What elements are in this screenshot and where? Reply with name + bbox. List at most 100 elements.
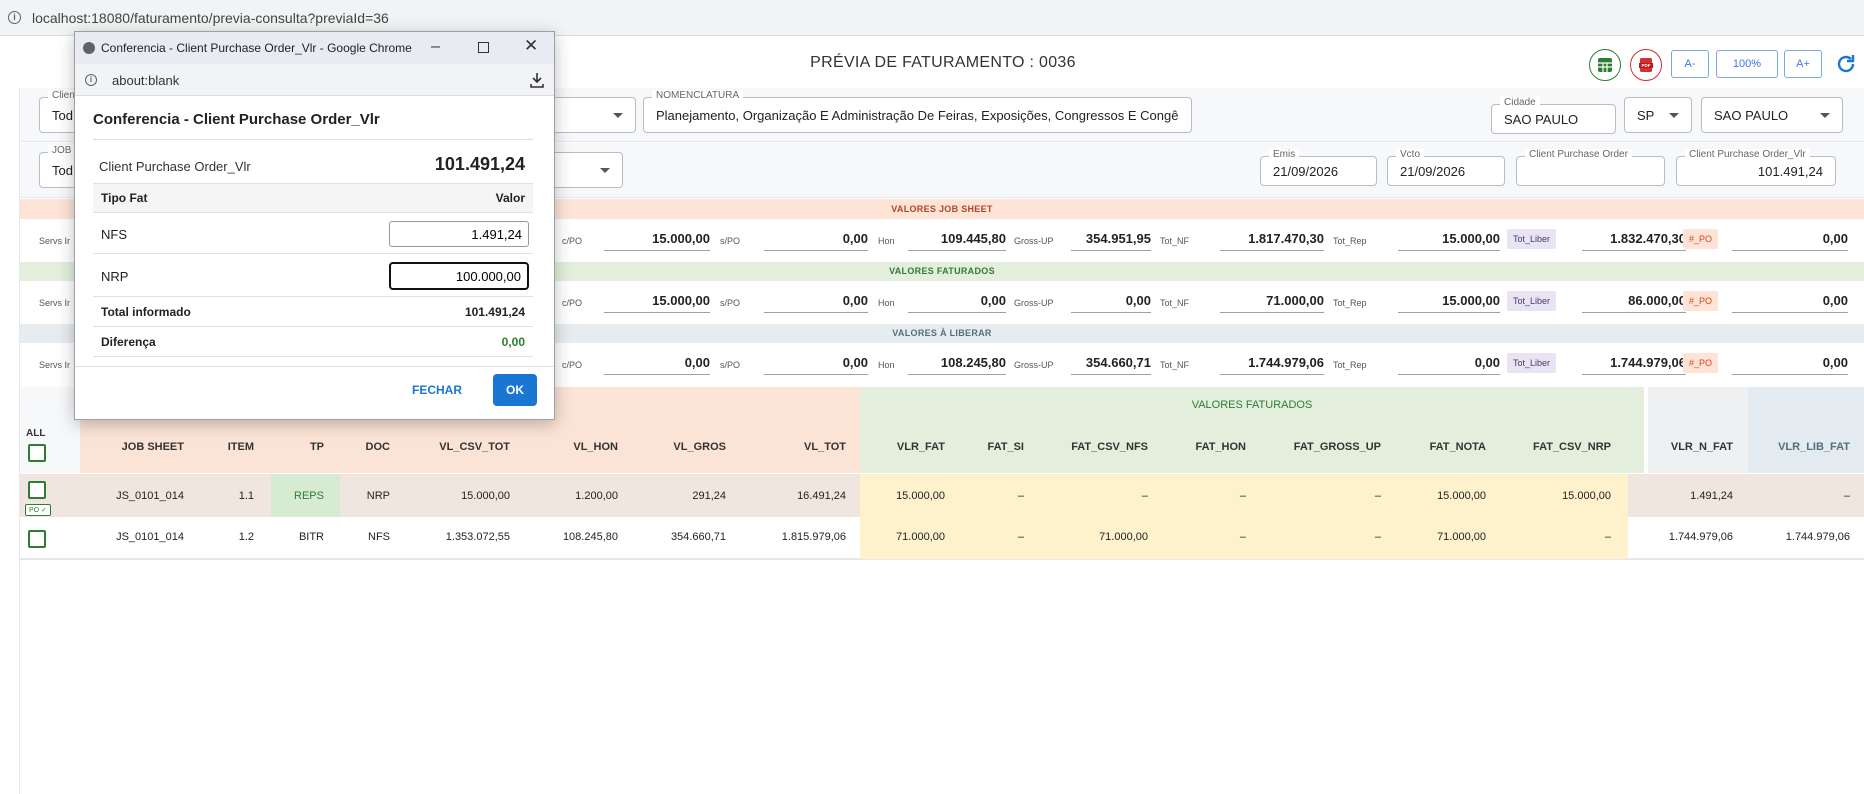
cidade-field[interactable]: Cidade SAO PAULO (1491, 97, 1616, 134)
uf-select[interactable]: SP (1624, 97, 1692, 133)
spo-value: 0,00 (764, 293, 868, 313)
vcto-date-field[interactable]: Vcto 21/09/2026 (1387, 149, 1505, 186)
nomenclatura-value: Planejamento, Organização E Administraçã… (656, 107, 1179, 123)
download-icon[interactable] (528, 71, 546, 89)
popup-window-title: Conferencia - Client Purchase Order_Vlr … (101, 41, 412, 55)
diff-label: Diferença (101, 335, 156, 349)
cell-vl-gros: 291,24 (692, 490, 726, 502)
cell-fat-si: – (1017, 531, 1024, 543)
popup-address-bar[interactable]: i about:blank (75, 64, 554, 96)
tot-liber-value: 86.000,00 (1582, 293, 1686, 313)
chevron-down-icon (1820, 113, 1830, 118)
col-fat-si[interactable]: FAT_SI (894, 441, 1024, 453)
site-info-icon[interactable]: i (8, 11, 21, 24)
client-po-vlr-value: 101.491,24 (1757, 163, 1823, 179)
col-doc[interactable]: DOC (260, 441, 390, 453)
hon-value: 108.245,80 (908, 355, 1006, 375)
cpo-value: 15.000,00 (604, 293, 710, 313)
font-increase-button[interactable]: A+ (1784, 50, 1822, 78)
cell-vlr-lib-fat: 1.744.979,06 (1785, 531, 1850, 543)
fechar-button[interactable]: FECHAR (405, 374, 469, 406)
col-fat-csv-nrp[interactable]: FAT_CSV_NRP (1481, 441, 1611, 453)
tot-rep-label: Tot_Rep (1333, 360, 1367, 370)
chevron-down-icon (1669, 113, 1679, 118)
close-icon[interactable]: ✕ (524, 36, 538, 56)
col-vl-gros[interactable]: VL_GROS (596, 441, 726, 453)
browser-url[interactable]: localhost:18080/faturamento/previa-consu… (32, 10, 389, 26)
row-checkbox[interactable] (28, 530, 46, 548)
hon-value: 0,00 (908, 293, 1006, 313)
chevron-down-icon (600, 168, 610, 173)
po-badge: PO ✓ (25, 504, 51, 516)
table-lib-head (1748, 387, 1864, 473)
npo-label: #_PO (1683, 291, 1719, 311)
spo-label: s/PO (720, 298, 741, 308)
emis-value: 21/09/2026 (1273, 163, 1339, 179)
popup-titlebar: Conferencia - Client Purchase Order_Vlr … (75, 32, 554, 64)
export-pdf-button[interactable]: PDF (1630, 49, 1662, 81)
cidade-label: Cidade (1500, 97, 1540, 109)
col-vlr-lib-fat[interactable]: VLR_LIB_FAT (1720, 441, 1850, 453)
cpo-value: 15.000,00 (604, 231, 710, 251)
refresh-button[interactable] (1834, 52, 1858, 76)
maximize-icon[interactable] (478, 42, 489, 53)
zoom-level-button[interactable]: 100% (1716, 50, 1778, 78)
diff-value: 0,00 (501, 335, 525, 349)
municipio-select[interactable]: SAO PAULO (1701, 97, 1843, 133)
emis-date-field[interactable]: Emis 21/09/2026 (1260, 149, 1377, 186)
hon-value: 109.445,80 (908, 231, 1006, 251)
uf-value: SP (1637, 107, 1655, 123)
nomenclatura-field[interactable]: NOMENCLATURA Planejamento, Organização E… (643, 90, 1192, 133)
col-fat-hon[interactable]: FAT_HON (1116, 441, 1246, 453)
faturados-group-label: VALORES FATURADOS (1191, 399, 1313, 411)
ok-button[interactable]: OK (493, 374, 537, 406)
chrome-icon (83, 42, 95, 54)
total-label: Total informado (101, 305, 191, 319)
site-info-icon[interactable]: i (85, 74, 97, 86)
export-excel-button[interactable] (1589, 49, 1621, 81)
npo-value: 0,00 (1732, 293, 1848, 313)
cpo-label: c/PO (562, 298, 583, 308)
tot-liber-value: 1.744.979,06 (1582, 355, 1686, 375)
emis-label: Emis (1269, 149, 1300, 161)
row-checkbox[interactable] (28, 481, 46, 499)
tot-rep-label: Tot_Rep (1333, 236, 1367, 246)
tot-nf-label: Tot_NF (1160, 360, 1190, 370)
spo-value: 0,00 (764, 231, 868, 251)
refresh-icon (1837, 55, 1855, 73)
servs-label: Servs Ir (39, 298, 71, 308)
cell-doc: NFS (368, 531, 390, 543)
font-decrease-button[interactable]: A- (1671, 50, 1709, 78)
gross-value: 354.951,95 (1071, 231, 1151, 251)
popup-address: about:blank (112, 73, 180, 88)
popup-row-diff: Diferença 0,00 (93, 328, 533, 357)
cell-vlr-lib-fat: – (1843, 490, 1850, 502)
total-value: 101.491,24 (464, 305, 525, 319)
tot-liber-value: 1.832.470,30 (1582, 231, 1686, 251)
col-vlr-n-fat[interactable]: VLR_N_FAT (1603, 441, 1733, 453)
gross-value: 0,00 (1071, 293, 1151, 313)
tot-nf-value: 71.000,00 (1220, 293, 1324, 313)
vcto-value: 21/09/2026 (1400, 163, 1466, 179)
client-po-field[interactable]: Client Purchase Order (1516, 149, 1665, 186)
client-po-vlr-field[interactable]: Client Purchase Order_Vlr 101.491,24 (1676, 149, 1836, 186)
pdf-icon: PDF (1639, 58, 1653, 72)
cell-fat-hon: – (1239, 531, 1246, 543)
gross-label: Gross-UP (1014, 360, 1054, 370)
tot-rep-value: 15.000,00 (1398, 293, 1500, 313)
select-all-label: ALL (26, 428, 46, 439)
minimize-icon[interactable]: – (431, 38, 440, 56)
tot-rep-label: Tot_Rep (1333, 298, 1367, 308)
hon-label: Hon (878, 236, 895, 246)
select-all-checkbox[interactable] (28, 444, 46, 462)
nfs-value-input[interactable] (389, 221, 529, 247)
col-fat-nota[interactable]: FAT_NOTA (1356, 441, 1486, 453)
nrp-value-input[interactable] (389, 262, 529, 290)
cpo-label: c/PO (562, 236, 583, 246)
spo-label: s/PO (720, 360, 741, 370)
nomenclatura-label: NOMENCLATURA (652, 90, 744, 102)
tot-nf-value: 1.744.979,06 (1220, 355, 1324, 375)
cpo-label: c/PO (562, 360, 583, 370)
popup-row-nfs: NFS (93, 214, 533, 254)
conferencia-popup-window: Conferencia - Client Purchase Order_Vlr … (74, 31, 555, 420)
